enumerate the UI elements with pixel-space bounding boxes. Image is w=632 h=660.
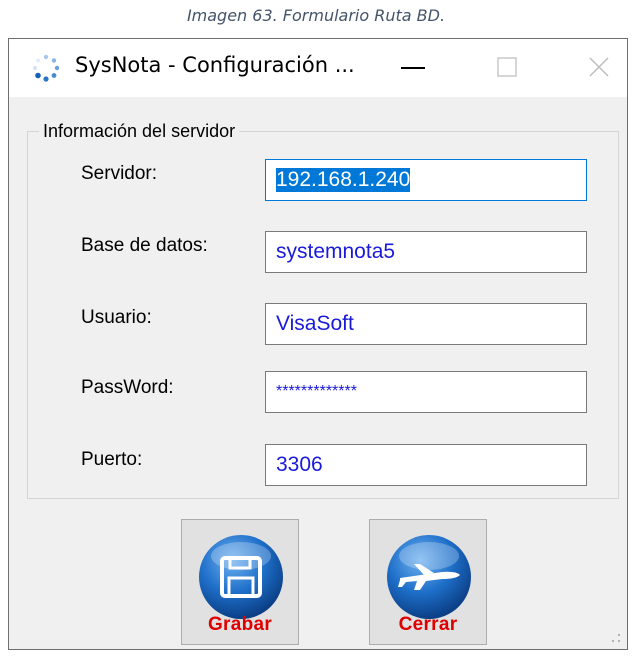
user-input[interactable]: VisaSoft xyxy=(265,303,587,345)
password-label: PassWord: xyxy=(81,377,174,398)
close-icon[interactable] xyxy=(579,49,619,87)
figure-caption: Imagen 63. Formulario Ruta BD. xyxy=(186,6,446,25)
database-label: Base de datos: xyxy=(81,235,208,256)
server-value: 192.168.1.240 xyxy=(276,168,411,192)
database-input[interactable]: systemnota5 xyxy=(265,231,587,273)
user-label: Usuario: xyxy=(81,307,152,328)
port-value: 3306 xyxy=(276,453,323,476)
close-button-label: Cerrar xyxy=(398,614,458,635)
title-bar[interactable]: SysNota - Configuración ... xyxy=(9,39,627,97)
user-value: VisaSoft xyxy=(276,312,354,335)
port-input[interactable]: 3306 xyxy=(265,444,587,486)
database-value: systemnota5 xyxy=(276,240,396,263)
window-title: SysNota - Configuración ... xyxy=(75,53,355,77)
password-input[interactable]: ************* xyxy=(265,371,587,413)
save-button[interactable]: Grabar xyxy=(181,519,299,645)
spinner-dots-icon xyxy=(33,54,60,82)
port-label: Puerto: xyxy=(81,449,143,470)
password-value: ************* xyxy=(276,383,357,400)
airplane-icon xyxy=(387,535,471,619)
server-label: Servidor: xyxy=(81,163,158,184)
minimize-icon[interactable] xyxy=(393,49,433,87)
save-button-label: Grabar xyxy=(207,614,273,635)
server-input[interactable]: 192.168.1.240 xyxy=(265,159,587,201)
close-button[interactable]: Cerrar xyxy=(369,519,487,645)
groupbox-legend: Información del servidor xyxy=(39,121,240,142)
floppy-disk-icon xyxy=(199,535,283,619)
maximize-icon[interactable] xyxy=(487,49,527,87)
dialog-window: SysNota - Configuración ... Información … xyxy=(8,38,628,650)
resize-grip-icon[interactable] xyxy=(609,631,621,643)
